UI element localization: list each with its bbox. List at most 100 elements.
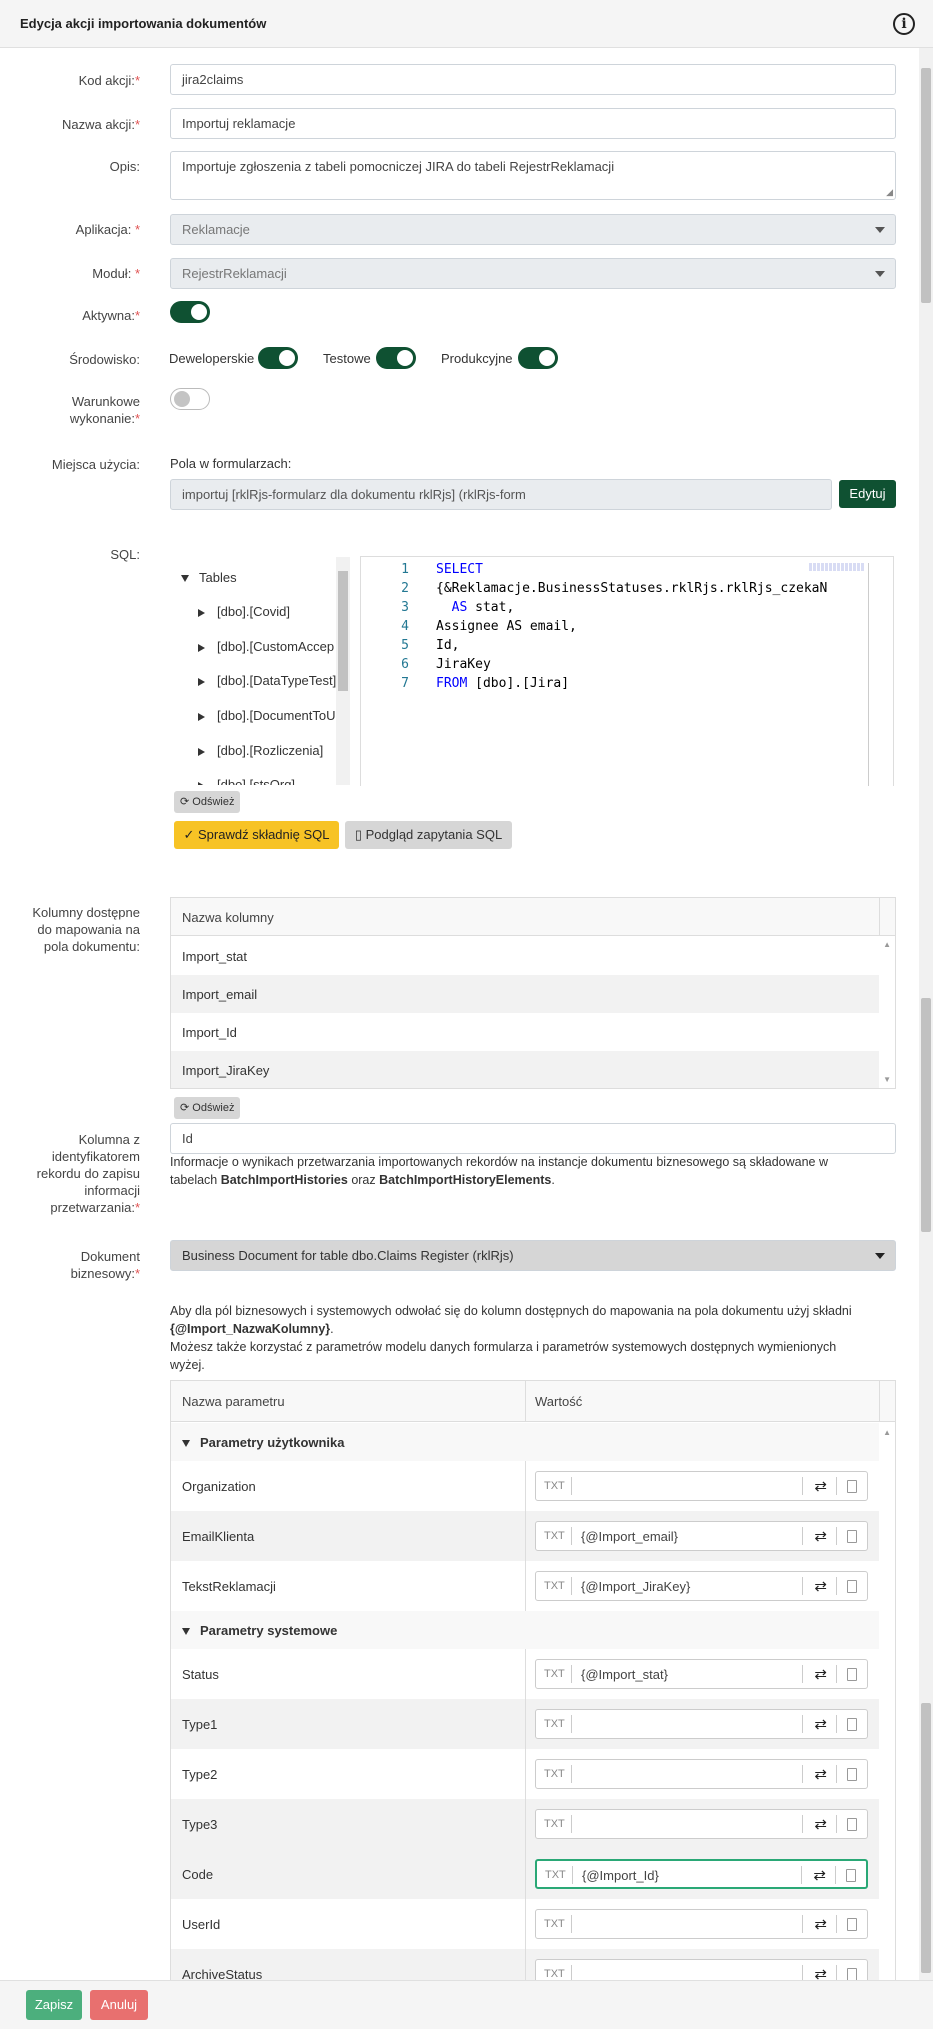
document-select[interactable]: Business Document for table dbo.Claims R…	[170, 1240, 896, 1271]
param-input[interactable]: TXT ⇄	[535, 1471, 868, 1501]
param-row: Status TXT {@Import_stat} ⇄	[171, 1649, 879, 1699]
edytuj-button[interactable]: Edytuj	[839, 480, 896, 508]
opis-textarea[interactable]: Importuje zgłoszenia z tabeli pomocnicze…	[170, 151, 896, 200]
file-icon[interactable]	[846, 1869, 856, 1882]
tree-refresh-button[interactable]: ⟳ Odśwież	[174, 791, 241, 813]
caret-right-icon	[198, 747, 205, 756]
param-row: UserId TXT ⇄	[171, 1899, 879, 1949]
param-input[interactable]: TXT {@Import_JiraKey} ⇄	[535, 1571, 868, 1601]
aplikacja-select[interactable]: Reklamacje	[170, 214, 896, 245]
code-editor-bottom	[360, 786, 894, 806]
param-input[interactable]: TXT ⇄	[535, 1759, 868, 1789]
env-dev-label: Deweloperskie	[169, 351, 255, 366]
swap-icon[interactable]: ⇄	[814, 1527, 827, 1545]
group-system[interactable]: Parametry systemowe	[171, 1611, 879, 1649]
swap-icon[interactable]: ⇄	[814, 1577, 827, 1595]
file-icon[interactable]	[847, 1768, 857, 1781]
cancel-button[interactable]: Anuluj	[90, 1990, 148, 2020]
aktywna-label: Aktywna:*	[82, 308, 140, 323]
warunkowe-toggle[interactable]	[170, 388, 210, 410]
swap-icon[interactable]: ⇄	[814, 1915, 827, 1933]
kod-input[interactable]: jira2claims	[170, 64, 896, 95]
page-scroll-thumb-2[interactable]	[921, 998, 931, 1232]
group-user[interactable]: Parametry użytkownika	[171, 1423, 879, 1461]
swap-icon[interactable]: ⇄	[814, 1665, 827, 1683]
ident-input[interactable]: Id	[170, 1123, 896, 1154]
param-input[interactable]: TXT {@Import_Id} ⇄	[535, 1859, 868, 1889]
param-input[interactable]: TXT ⇄	[535, 1709, 868, 1739]
env-test-toggle[interactable]	[376, 347, 416, 369]
page-scrollbar[interactable]	[919, 48, 933, 1980]
params-grid: Nazwa parametru Wartość ▲ Parametry użyt…	[170, 1380, 896, 1980]
caret-right-icon	[198, 712, 205, 721]
resize-handle-icon[interactable]: ◢	[886, 187, 893, 198]
code-minimap[interactable]	[809, 563, 869, 798]
nazwa-input[interactable]: Importuj reklamacje	[170, 108, 896, 139]
scroll-up-icon[interactable]: ▲	[883, 940, 891, 949]
aplikacja-value: Reklamacje	[182, 222, 250, 237]
ident-label: Kolumna z identyfikatorem rekordu do zapis…	[36, 1132, 140, 1215]
table-row[interactable]: Import_Id	[171, 1013, 879, 1051]
param-row: Organization TXT ⇄	[171, 1461, 879, 1511]
file-icon[interactable]	[847, 1480, 857, 1493]
swap-icon[interactable]: ⇄	[814, 1965, 827, 1980]
caret-right-icon	[198, 608, 205, 617]
file-icon[interactable]	[847, 1718, 857, 1731]
info-icon[interactable]: i	[893, 13, 915, 35]
caret-down-icon	[181, 575, 189, 583]
tree-item[interactable]: [dbo].[stsOrg]	[198, 777, 295, 785]
tree-scrollbar[interactable]	[336, 557, 350, 785]
table-row[interactable]: Import_email	[171, 975, 879, 1013]
column-header-param: Nazwa parametru	[182, 1394, 285, 1409]
modul-select[interactable]: RejestrReklamacji	[170, 258, 896, 289]
check-sql-button[interactable]: ✓ Sprawdź składnię SQL	[174, 821, 339, 849]
caret-right-icon	[198, 781, 205, 785]
file-icon[interactable]	[847, 1918, 857, 1931]
dialog-title: Edycja akcji importowania dokumentów	[20, 16, 267, 31]
page-scroll-thumb[interactable]	[921, 68, 931, 303]
param-input[interactable]: TXT {@Import_email} ⇄	[535, 1521, 868, 1551]
columns-refresh-button[interactable]: ⟳ Odśwież	[174, 1097, 241, 1119]
swap-icon[interactable]: ⇄	[814, 1477, 827, 1495]
swap-icon[interactable]: ⇄	[814, 1815, 827, 1833]
save-button[interactable]: Zapisz	[26, 1990, 82, 2020]
sql-editor[interactable]: 1 SELECT 2 {&Reklamacje.BusinessStatuses.r…	[360, 556, 894, 806]
file-icon[interactable]	[847, 1968, 857, 1980]
file-icon[interactable]	[847, 1818, 857, 1831]
tree-root[interactable]: Tables	[181, 570, 237, 585]
file-icon[interactable]	[847, 1668, 857, 1681]
tree-item[interactable]: [dbo].[Covid]	[198, 604, 290, 619]
dialog-footer: Zapisz Anuluj	[0, 1980, 933, 2029]
scroll-up-icon[interactable]: ▲	[883, 1428, 891, 1437]
chevron-down-icon	[875, 227, 885, 233]
env-dev-toggle[interactable]	[258, 347, 298, 369]
tree-item[interactable]: [dbo].[DataTypeTest]	[198, 673, 336, 688]
param-input[interactable]: TXT {@Import_stat} ⇄	[535, 1659, 868, 1689]
modul-label: Moduł: *	[92, 266, 140, 281]
table-row[interactable]: Import_stat	[171, 937, 879, 975]
table-tree: Tables [dbo].[Covid] [dbo].[CustomAccep …	[177, 557, 352, 785]
swap-icon[interactable]: ⇄	[814, 1715, 827, 1733]
scroll-down-icon[interactable]: ▼	[883, 1075, 891, 1084]
file-icon[interactable]	[847, 1530, 857, 1543]
swap-icon[interactable]: ⇄	[814, 1765, 827, 1783]
file-icon[interactable]	[847, 1580, 857, 1593]
param-input[interactable]: TXT ⇄	[535, 1909, 868, 1939]
opis-value: Importuje zgłoszenia z tabeli pomocnicze…	[182, 159, 615, 174]
env-prod-toggle[interactable]	[518, 347, 558, 369]
kod-value: jira2claims	[182, 72, 244, 87]
param-input[interactable]: TXT ⇄	[535, 1959, 868, 1980]
tree-item[interactable]: [dbo].[DocumentToU	[198, 708, 336, 723]
preview-sql-button[interactable]: ▯ Podgląd zapytania SQL	[345, 821, 512, 849]
tree-scroll-thumb[interactable]	[338, 571, 348, 691]
param-input[interactable]: TXT ⇄	[535, 1809, 868, 1839]
aktywna-toggle[interactable]	[170, 301, 210, 323]
page-scroll-thumb-3[interactable]	[921, 1703, 931, 1973]
tree-item[interactable]: [dbo].[CustomAccep	[198, 639, 334, 654]
column-header-name: Nazwa kolumny	[182, 910, 274, 925]
swap-icon[interactable]: ⇄	[813, 1866, 826, 1884]
param-row: EmailKlienta TXT {@Import_email} ⇄	[171, 1511, 879, 1561]
ident-info-line2: tabelach BatchImportHistories oraz Batch…	[170, 1173, 555, 1187]
table-row[interactable]: Import_JiraKey	[171, 1051, 879, 1088]
tree-item[interactable]: [dbo].[Rozliczenia]	[198, 743, 323, 758]
